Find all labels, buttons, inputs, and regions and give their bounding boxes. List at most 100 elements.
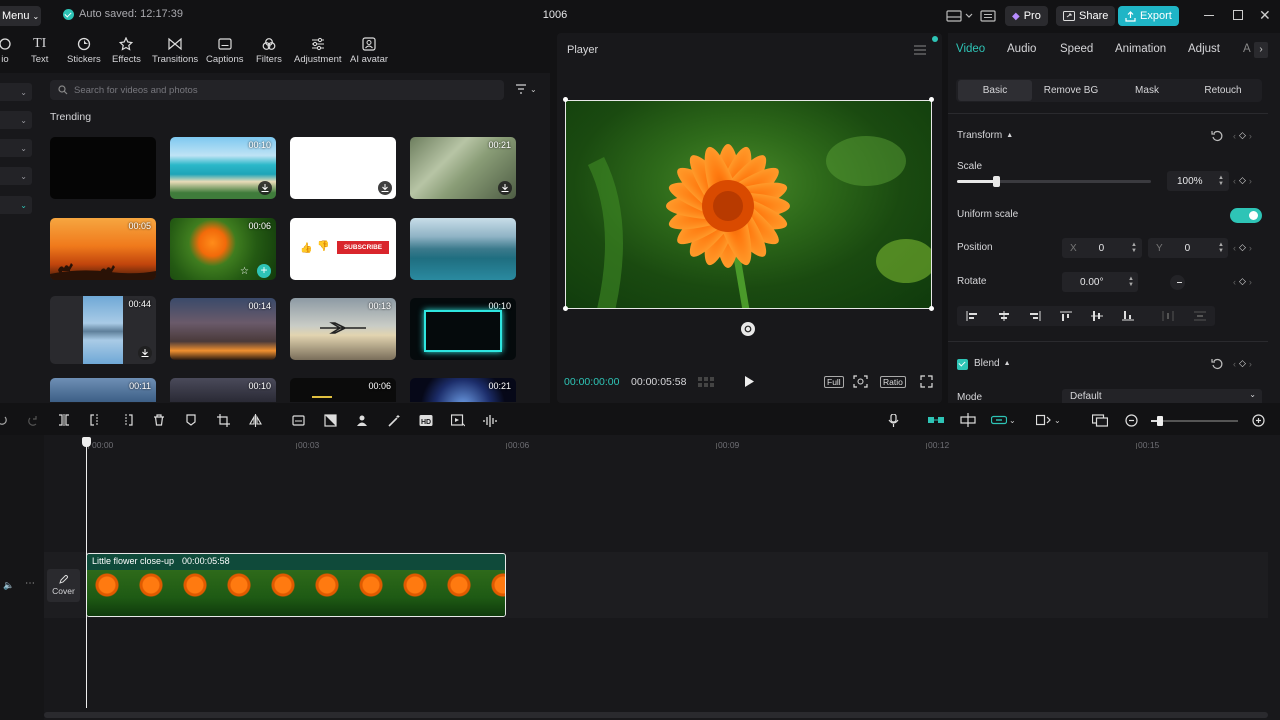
media-thumbnail-desert[interactable]: 00:05 — [50, 218, 156, 280]
split-icon[interactable] — [58, 414, 70, 426]
tool-ai-avatar[interactable]: AI avatar — [350, 37, 388, 65]
minimize-icon[interactable] — [1204, 15, 1214, 16]
tool-transitions[interactable]: Transitions — [152, 37, 198, 65]
main-track-magnet-icon[interactable] — [928, 414, 944, 426]
align-right-icon[interactable] — [1029, 311, 1041, 321]
download-icon[interactable] — [498, 181, 512, 195]
tool-effects[interactable]: Effects — [112, 37, 141, 65]
media-thumbnail-beach[interactable]: 00:10 — [170, 137, 276, 199]
zoom-slider-handle[interactable] — [1156, 416, 1163, 426]
star-icon[interactable]: ☆ — [240, 266, 249, 277]
split-left-icon[interactable] — [90, 414, 102, 426]
project-title[interactable]: 1006 — [0, 9, 1110, 21]
stepper-icon[interactable]: ▲ ▼ — [1218, 175, 1224, 187]
media-thumbnail-campfire[interactable]: 00:14 — [170, 298, 276, 360]
full-quality-button[interactable]: Full — [824, 376, 844, 388]
ratio-button[interactable]: Ratio — [880, 376, 906, 388]
download-icon[interactable] — [378, 181, 392, 195]
track-audio-icon[interactable]: 🔈 — [3, 580, 14, 591]
media-thumbnail[interactable]: 00:06 — [290, 378, 396, 402]
keyframe-control[interactable]: ‹ ◇ › — [1233, 130, 1252, 141]
video-clip[interactable]: Little flower close-up 00:00:05:58 — [86, 553, 506, 617]
subtab-mask[interactable]: Mask — [1110, 80, 1184, 101]
media-thumbnail-airplane[interactable]: 00:13 — [290, 298, 396, 360]
category-expander[interactable]: ⌄ — [0, 83, 32, 101]
tool-filters[interactable]: Filters — [256, 37, 282, 65]
media-thumbnail-flower[interactable]: 00:06 ☆ + — [170, 218, 276, 280]
maximize-icon[interactable] — [1233, 10, 1243, 20]
cover-button[interactable]: Cover — [47, 569, 80, 602]
tool-stickers[interactable]: Stickers — [67, 37, 101, 65]
preview-canvas[interactable] — [565, 100, 932, 309]
tab-animation[interactable]: Animation — [1115, 43, 1166, 55]
share-button[interactable]: Share — [1056, 6, 1116, 26]
category-expander[interactable]: ⌄ — [0, 111, 32, 129]
stepper-icon[interactable]: ▲ ▼ — [1128, 276, 1134, 288]
resize-handle[interactable] — [929, 306, 934, 311]
media-thumbnail-white[interactable] — [290, 137, 396, 199]
timeline-zoom-slider[interactable] — [1151, 416, 1238, 426]
zoom-in-icon[interactable] — [1252, 414, 1265, 427]
auto-snap-icon[interactable] — [960, 413, 976, 427]
filter-button[interactable]: ⌄ — [516, 84, 537, 94]
align-center-v-icon[interactable] — [1091, 311, 1103, 321]
media-thumbnail-subscribe[interactable]: 👍 👎 SUBSCRIBE — [290, 218, 396, 280]
subtab-remove-bg[interactable]: Remove BG — [1034, 80, 1108, 101]
align-top-icon[interactable] — [1060, 311, 1072, 321]
mask-icon[interactable] — [324, 414, 337, 427]
track-more-icon[interactable]: ⋯ — [25, 578, 35, 589]
scale-slider[interactable] — [957, 176, 1151, 187]
keyframe-control[interactable]: ‹ ◇ › — [1233, 358, 1252, 369]
download-icon[interactable] — [258, 181, 272, 195]
split-right-icon[interactable] — [121, 414, 133, 426]
crop-icon[interactable] — [217, 414, 230, 427]
tab-audio[interactable]: Audio — [1007, 43, 1036, 55]
subtab-retouch[interactable]: Retouch — [1186, 80, 1260, 101]
timeline-horizontal-scrollbar[interactable] — [44, 712, 1268, 718]
uniform-scale-toggle[interactable] — [1230, 208, 1262, 223]
stepper-icon[interactable]: ▲ ▼ — [1218, 242, 1224, 254]
media-thumbnail[interactable]: 00:21 — [410, 378, 516, 402]
redo-icon[interactable] — [27, 414, 39, 426]
resize-handle[interactable] — [563, 306, 568, 311]
tab-speed[interactable]: Speed — [1060, 43, 1093, 55]
mode-dropdown[interactable]: Default ⌄ — [1062, 389, 1262, 403]
playhead-handle[interactable] — [82, 437, 91, 447]
keyframe-control[interactable]: ‹ ◇ › — [1233, 276, 1252, 287]
layout-icon[interactable] — [946, 9, 976, 23]
media-thumbnail-mountains[interactable] — [410, 218, 516, 280]
category-expander[interactable]: ⌄ — [0, 139, 32, 157]
blend-checkbox[interactable] — [957, 359, 968, 370]
playhead-line[interactable] — [86, 440, 87, 708]
tab-video[interactable]: Video — [956, 43, 985, 55]
timecode-grid-icon[interactable] — [698, 377, 716, 387]
magic-wand-icon[interactable] — [388, 414, 401, 427]
align-left-icon[interactable] — [966, 311, 978, 321]
media-thumbnail[interactable]: 00:10 — [170, 378, 276, 402]
add-to-timeline-icon[interactable]: + — [257, 264, 271, 278]
subtab-basic[interactable]: Basic — [958, 80, 1032, 101]
delete-icon[interactable] — [153, 414, 165, 426]
compare-icon[interactable] — [1092, 414, 1108, 427]
category-expander-active[interactable]: ⌄ — [0, 196, 32, 214]
category-expander[interactable]: ⌄ — [0, 167, 32, 185]
pro-button[interactable]: ◆ Pro — [1005, 6, 1048, 26]
fullscreen-icon[interactable] — [920, 375, 933, 388]
microphone-icon[interactable] — [888, 414, 899, 427]
tool-captions[interactable]: Captions — [206, 37, 244, 65]
media-search-input[interactable]: Search for videos and photos — [50, 80, 504, 100]
media-thumbnail[interactable]: 00:11 — [50, 378, 156, 402]
keyframe-control[interactable]: ‹ ◇ › — [1233, 242, 1252, 253]
download-icon[interactable] — [138, 346, 152, 360]
zoom-fit-icon[interactable] — [853, 375, 868, 388]
audio-wave-icon[interactable] — [483, 414, 497, 427]
rotate-handle-icon[interactable] — [741, 322, 755, 336]
resize-handle[interactable] — [929, 97, 934, 102]
reset-icon[interactable] — [1211, 130, 1223, 142]
auto-caption-icon[interactable] — [292, 414, 305, 427]
chevron-right-icon[interactable]: › — [1254, 42, 1268, 58]
resize-handle[interactable] — [563, 97, 568, 102]
media-thumbnail-black[interactable] — [50, 137, 156, 199]
tab-ai[interactable]: A — [1243, 43, 1251, 55]
linkage-toggle[interactable]: ⌄ — [991, 414, 1016, 426]
